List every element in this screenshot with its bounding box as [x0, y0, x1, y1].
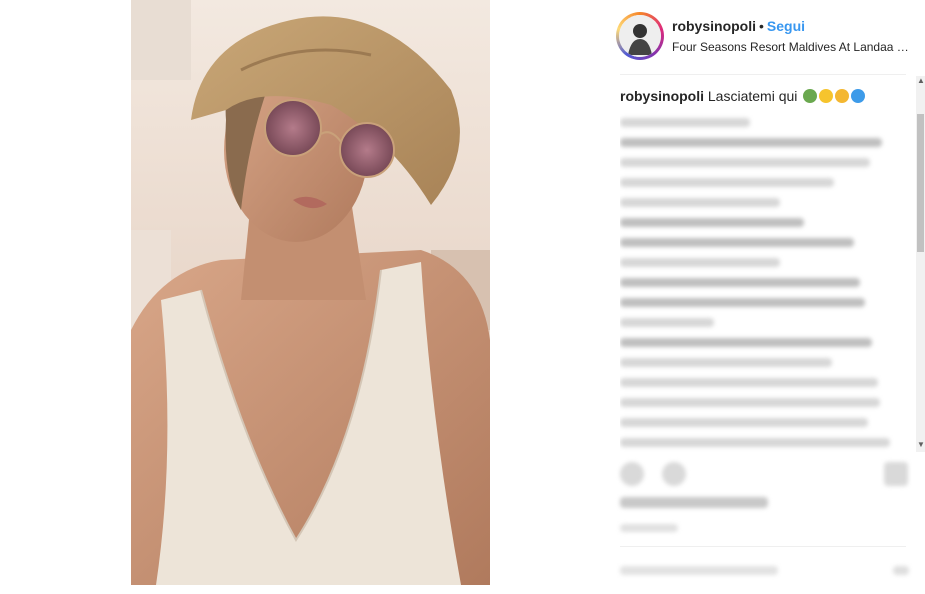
scroll-thumb[interactable]	[917, 114, 924, 252]
scroll-down-icon[interactable]: ▼	[917, 440, 925, 450]
comment-line	[620, 178, 834, 187]
comment-line	[620, 338, 872, 347]
palm-tree-icon	[803, 89, 818, 103]
bookmark-icon[interactable]	[884, 462, 908, 486]
comment-line	[620, 258, 780, 267]
post-date	[620, 524, 678, 532]
avatar[interactable]	[616, 12, 664, 60]
post-header: robysinopoli • Segui Four Seasons Resort M…	[672, 18, 917, 54]
avatar-image	[619, 15, 661, 57]
comments-section[interactable]: robysinopoli Lasciatemi qui	[620, 86, 910, 454]
post-photo[interactable]	[131, 0, 490, 585]
likes-count[interactable]	[620, 497, 768, 508]
location-link[interactable]: Four Seasons Resort Maldives At Landaa G…	[672, 40, 912, 54]
scroll-up-icon[interactable]: ▲	[917, 76, 925, 86]
add-comment-input[interactable]	[620, 566, 778, 575]
comment-divider	[620, 546, 906, 547]
sun-icon	[819, 89, 834, 103]
comment-line	[620, 438, 890, 447]
load-more-comments[interactable]	[620, 118, 750, 127]
caption-text: Lasciatemi qui	[707, 88, 798, 104]
comment-line	[620, 298, 865, 307]
comment-line	[620, 278, 860, 287]
sunglasses-face-icon	[835, 89, 850, 103]
comment-line	[620, 378, 878, 387]
comment-line	[620, 398, 880, 407]
action-bar	[620, 462, 910, 488]
comment-line	[620, 418, 868, 427]
caption-username[interactable]: robysinopoli	[620, 88, 704, 104]
wave-icon	[851, 89, 866, 103]
photo-image	[131, 0, 490, 585]
comment-line	[620, 158, 870, 167]
follow-button[interactable]: Segui	[767, 18, 805, 34]
comments-scrollbar[interactable]: ▲ ▼	[916, 76, 925, 452]
comment-line	[620, 358, 832, 367]
username-link[interactable]: robysinopoli	[672, 18, 756, 34]
separator-dot: •	[759, 18, 764, 34]
caption: robysinopoli Lasciatemi qui	[620, 86, 910, 106]
comment-icon[interactable]	[662, 462, 686, 486]
comment-line	[620, 218, 804, 227]
post-comment-button[interactable]	[893, 566, 909, 575]
header-divider	[620, 74, 906, 75]
comment-line	[620, 238, 854, 247]
comment-line	[620, 138, 882, 147]
comment-line	[620, 198, 780, 207]
heart-icon[interactable]	[620, 462, 644, 486]
comment-line	[620, 318, 714, 327]
